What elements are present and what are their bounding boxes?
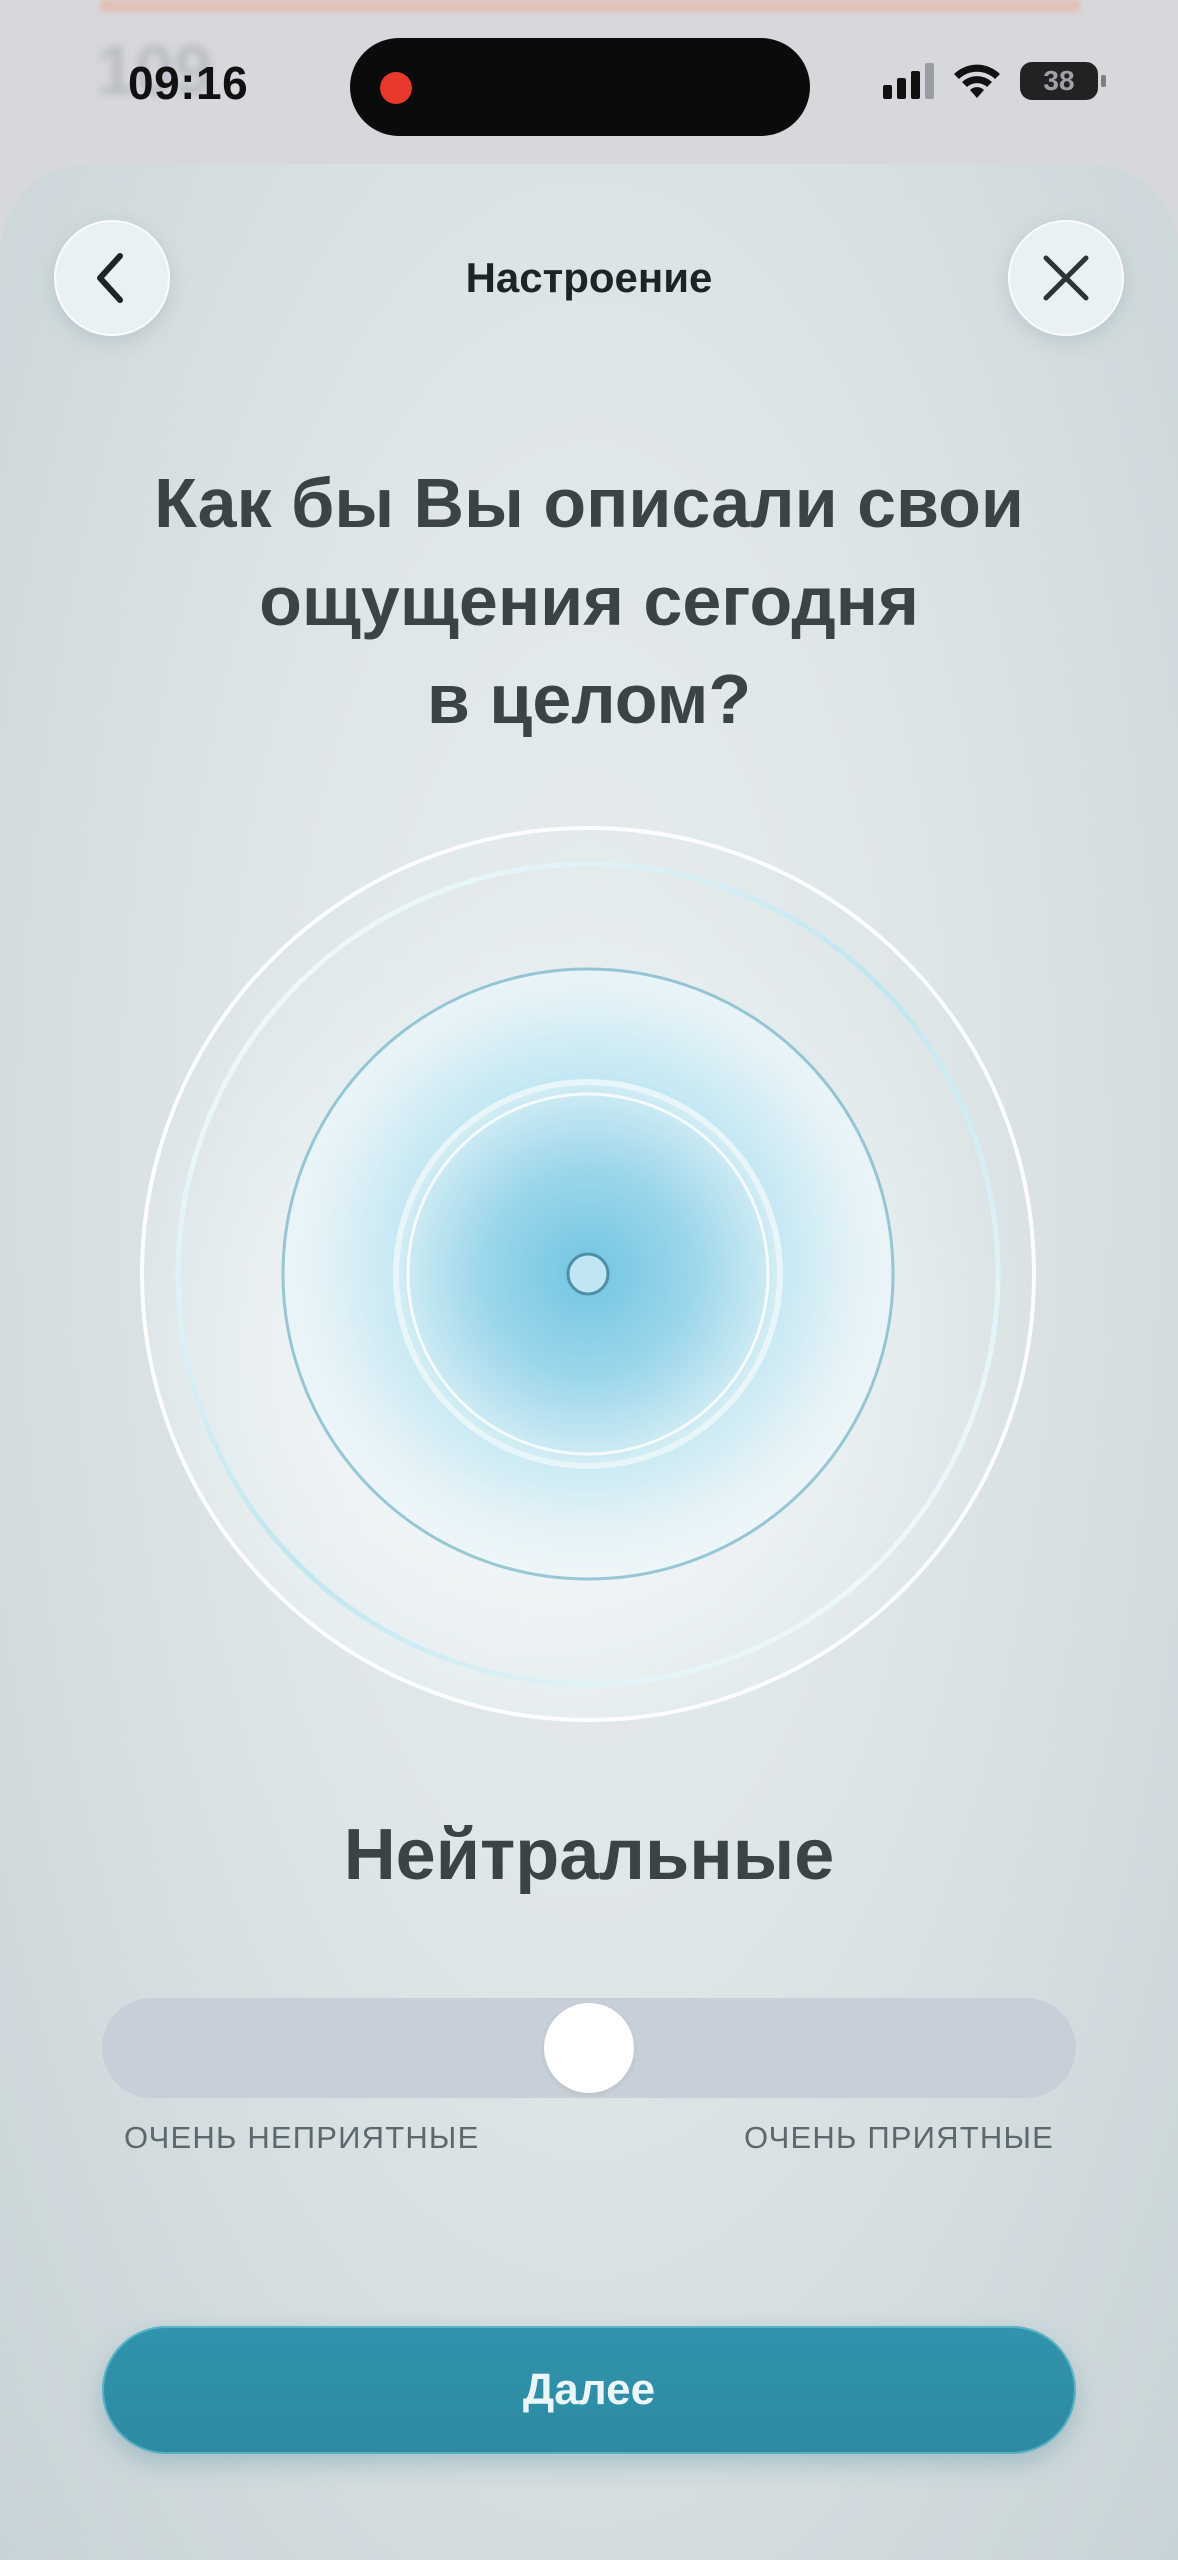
- battery-level: 38: [1043, 65, 1075, 96]
- page-title: Настроение: [465, 254, 713, 301]
- close-button[interactable]: [1008, 220, 1124, 336]
- status-time: 09:16: [128, 57, 249, 109]
- mood-slider[interactable]: [102, 1998, 1076, 2098]
- recording-dot-icon: [380, 72, 412, 104]
- battery-icon: 38: [1020, 62, 1106, 100]
- wifi-icon: [954, 64, 1000, 98]
- mood-sheet: Настроение Как бы Вы описали свои ощущен…: [0, 164, 1178, 2560]
- signal-icon: [883, 63, 934, 99]
- status-bar: 09:16 38: [0, 0, 1178, 160]
- mood-orb: [140, 826, 1036, 1722]
- slider-max-label: ОЧЕНЬ ПРИЯТНЫЕ: [744, 2120, 1054, 2155]
- slider-min-label: ОЧЕНЬ НЕПРИЯТНЫЕ: [124, 2120, 480, 2155]
- question-heading: Как бы Вы описали свои ощущения сегодня …: [154, 464, 1024, 738]
- mood-value-label: Нейтральные: [343, 1815, 835, 1895]
- close-icon: [1043, 255, 1089, 301]
- mood-slider-thumb[interactable]: [544, 2003, 634, 2093]
- status-icons: 38: [883, 62, 1106, 100]
- next-button[interactable]: Далее: [102, 2326, 1076, 2454]
- dynamic-island: [350, 38, 810, 136]
